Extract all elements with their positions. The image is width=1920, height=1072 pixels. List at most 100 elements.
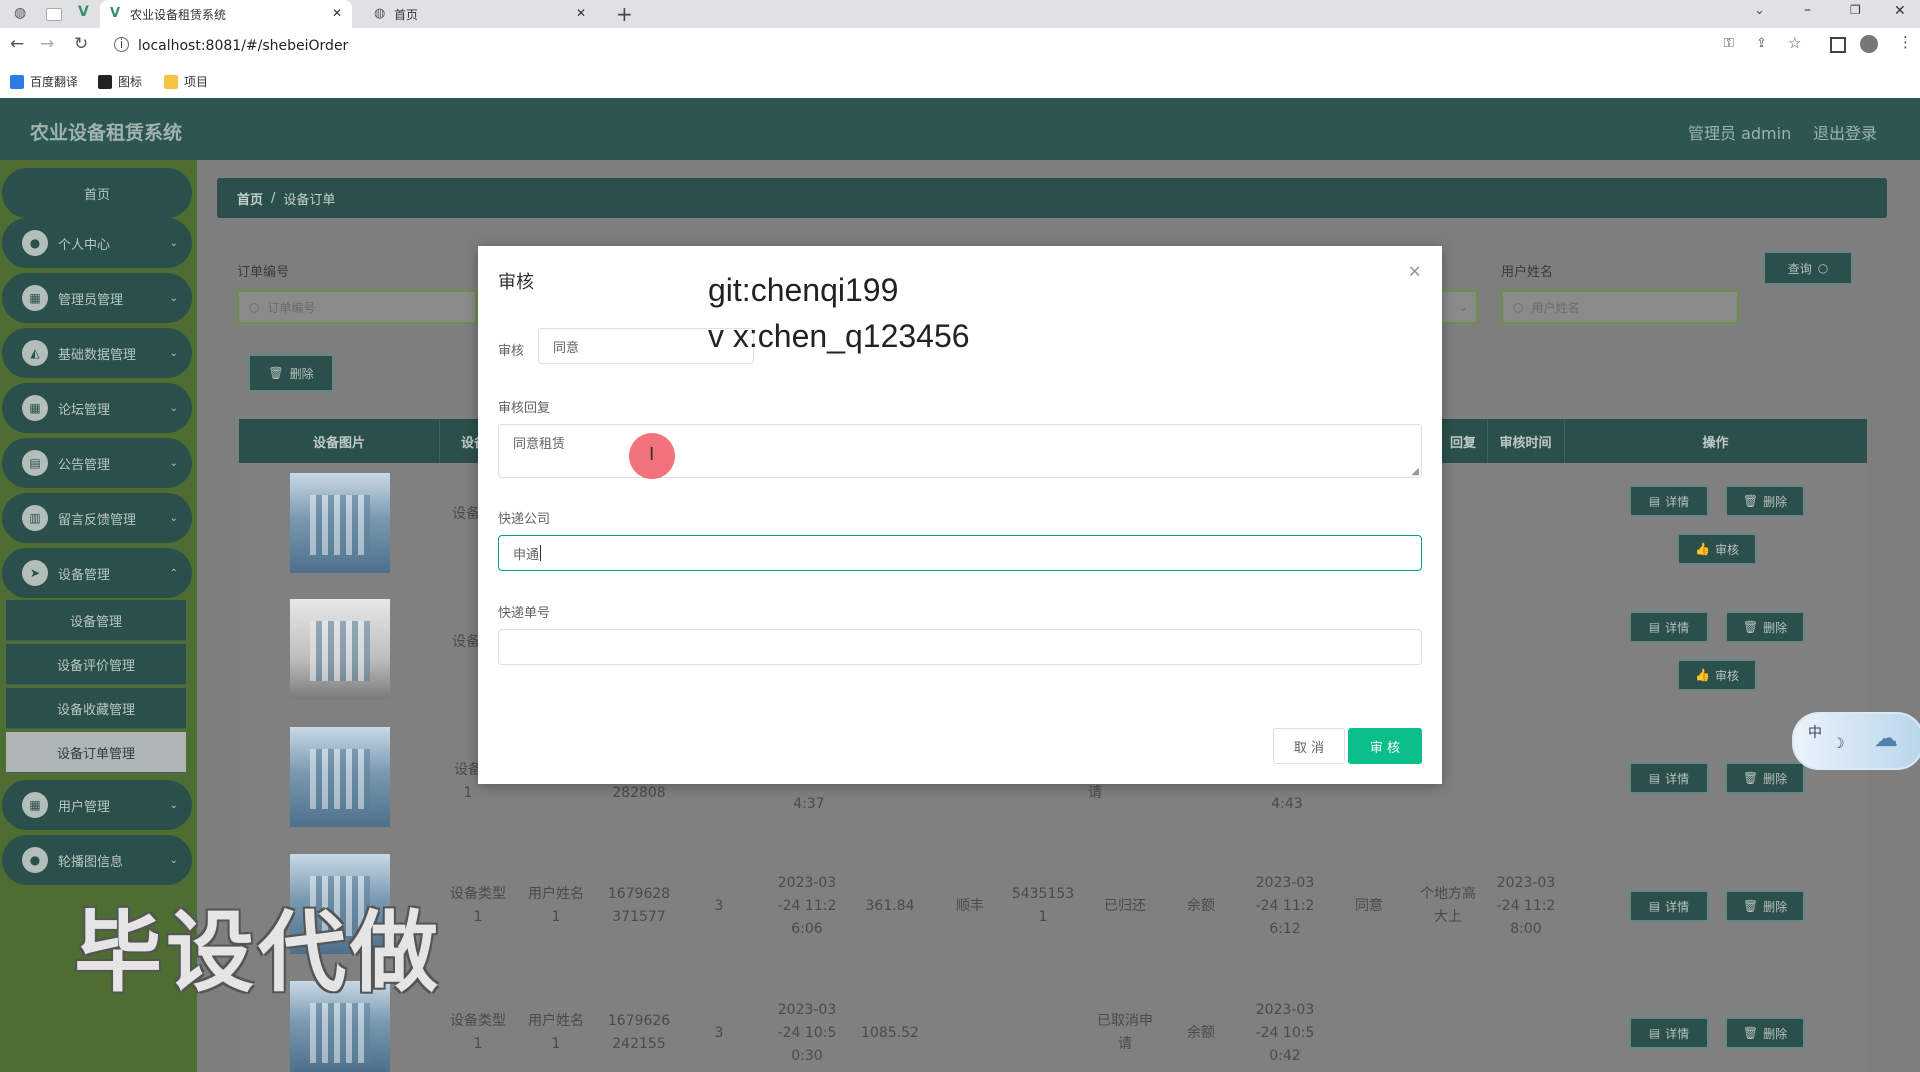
th-audit-time: 审核时间 bbox=[1487, 419, 1565, 463]
cell-text: 1 bbox=[473, 1036, 483, 1052]
chevron-down-icon[interactable]: ⌄ bbox=[1754, 3, 1765, 18]
audit-button[interactable]: 👍 审核 bbox=[1677, 533, 1757, 565]
sidebar-item-basedata[interactable]: ◭ 基础数据管理 ⌄ bbox=[2, 328, 192, 378]
sidebar-item-devices[interactable]: ➤ 设备管理 ⌃ bbox=[2, 548, 192, 598]
detail-button[interactable]: ▤ 详情 bbox=[1629, 890, 1709, 922]
breadcrumb-separator: / bbox=[271, 190, 276, 206]
bookmark-label: 项目 bbox=[184, 75, 209, 89]
sidebar-subitem-devices[interactable]: 设备管理 bbox=[6, 600, 186, 641]
chevron-down-icon: ⌄ bbox=[169, 347, 178, 359]
profile-icon[interactable] bbox=[1860, 35, 1878, 53]
tab-title: 首页 bbox=[394, 7, 419, 22]
express-input[interactable]: 申通 bbox=[498, 535, 1422, 571]
chevron-down-icon: ⌄ bbox=[1457, 300, 1468, 314]
order-no-label: 订单编号 bbox=[237, 265, 290, 280]
info-icon[interactable]: i bbox=[114, 37, 129, 52]
globe-icon[interactable]: ◍ bbox=[14, 5, 26, 21]
cell-text: -24 10:5 bbox=[777, 1025, 837, 1041]
batch-delete-button[interactable]: 🗑 删除 bbox=[248, 354, 334, 392]
query-button[interactable]: 查询 ○ bbox=[1763, 251, 1853, 285]
cell-text: 2023-03 bbox=[777, 1002, 837, 1018]
cell-text: 1 bbox=[463, 785, 473, 801]
sidebar-item-forum[interactable]: ▦ 论坛管理 ⌄ bbox=[2, 383, 192, 433]
cell-status: 请 bbox=[1088, 785, 1102, 801]
cancel-button[interactable]: 取 消 bbox=[1273, 728, 1345, 764]
bookmark-project[interactable]: 项目 bbox=[164, 73, 208, 90]
bookmark-fanyi[interactable]: 百度翻译 bbox=[10, 73, 78, 90]
close-icon[interactable]: ✕ bbox=[1408, 262, 1421, 281]
doc-icon: ▤ bbox=[1648, 494, 1661, 508]
express-no-input[interactable] bbox=[498, 629, 1422, 665]
app-title: 农业设备租赁系统 bbox=[30, 122, 183, 144]
express-label: 快递公司 bbox=[498, 512, 551, 527]
cell-text: 5435153 bbox=[1011, 886, 1075, 902]
text-cursor-icon: I bbox=[649, 444, 655, 465]
pinned-tab-icon[interactable] bbox=[46, 8, 62, 21]
chevron-down-icon: ⌄ bbox=[169, 237, 178, 249]
sidebar-subitem-device-orders[interactable]: 设备订单管理 bbox=[6, 732, 186, 773]
cell-text: -24 11:2 bbox=[1255, 898, 1315, 914]
close-window-icon[interactable]: ✕ bbox=[1894, 3, 1906, 19]
forward-icon[interactable]: → bbox=[40, 34, 54, 54]
cell-text: 1 bbox=[551, 909, 561, 925]
cell-time: 2023-03 -24 10:5 0:30 bbox=[772, 999, 842, 1068]
sidebar-item-users[interactable]: ▦ 用户管理 ⌄ bbox=[2, 780, 192, 830]
bookmark-icons[interactable]: 图标 bbox=[98, 73, 142, 90]
cell-audit: 同意 bbox=[1355, 898, 1383, 914]
trash-icon: 🗑 bbox=[268, 366, 284, 380]
key-icon[interactable]: ⚿ bbox=[1724, 36, 1734, 51]
detail-button[interactable]: ▤ 详情 bbox=[1629, 611, 1709, 643]
watermark-line-1: git:chenqi199 bbox=[708, 272, 899, 308]
sidebar-item-carousel[interactable]: ● 轮播图信息 ⌄ bbox=[2, 835, 192, 885]
button-label: 详情 bbox=[1665, 771, 1690, 786]
minimize-icon[interactable]: – bbox=[1804, 2, 1811, 18]
cell-time: 2023-03 -24 11:2 6:06 bbox=[772, 872, 842, 941]
cell-text: 1 bbox=[551, 1036, 561, 1052]
audit-button[interactable]: 👍 审核 bbox=[1677, 659, 1757, 691]
sidebar-item-label: 论坛管理 bbox=[58, 402, 111, 418]
menu-dots-icon[interactable]: ⋮ bbox=[1898, 33, 1913, 51]
cell-text: 1679626 bbox=[607, 1013, 671, 1029]
tab-home[interactable]: ◍ 首页 ✕ bbox=[364, 0, 596, 28]
sidebar-item-admins[interactable]: ▦ 管理员管理 ⌄ bbox=[2, 273, 192, 323]
tab-active[interactable]: V 农业设备租赁系统 ✕ bbox=[100, 0, 352, 28]
submit-audit-button[interactable]: 审 核 bbox=[1348, 728, 1422, 764]
sidebar-item-feedback[interactable]: ▥ 留言反馈管理 ⌄ bbox=[2, 493, 192, 543]
delete-button[interactable]: 🗑 删除 bbox=[1725, 890, 1805, 922]
delete-button[interactable]: 🗑 删除 bbox=[1725, 762, 1805, 794]
detail-button[interactable]: ▤ 详情 bbox=[1629, 485, 1709, 517]
close-icon[interactable]: ✕ bbox=[576, 6, 586, 20]
delete-button[interactable]: 🗑 删除 bbox=[1725, 485, 1805, 517]
share-icon[interactable]: ⇪ bbox=[1756, 36, 1767, 51]
username-input[interactable]: ○ 用户姓名 bbox=[1501, 290, 1739, 324]
cell-express: 顺丰 bbox=[956, 898, 984, 914]
star-icon[interactable]: ☆ bbox=[1788, 34, 1801, 52]
cell-order-no: 1679628 371577 bbox=[606, 883, 672, 929]
close-icon[interactable]: ✕ bbox=[332, 6, 342, 20]
vue-icon[interactable]: V bbox=[78, 4, 89, 20]
delete-button[interactable]: 🗑 删除 bbox=[1725, 1017, 1805, 1049]
logout-link[interactable]: 退出登录 bbox=[1813, 120, 1877, 144]
order-no-input[interactable]: ○ 订单编号 bbox=[237, 290, 477, 324]
sidebar-item-notice[interactable]: ▤ 公告管理 ⌄ bbox=[2, 438, 192, 488]
cell-status: 已归还 bbox=[1104, 898, 1146, 914]
delete-button[interactable]: 🗑 删除 bbox=[1725, 611, 1805, 643]
resize-handle-icon[interactable]: ◢ bbox=[1411, 466, 1419, 477]
detail-button[interactable]: ▤ 详情 bbox=[1629, 1017, 1709, 1049]
sidebar-subitem-device-favorites[interactable]: 设备收藏管理 bbox=[6, 688, 186, 729]
back-icon[interactable]: ← bbox=[10, 34, 24, 54]
breadcrumb-home[interactable]: 首页 bbox=[237, 189, 263, 208]
sidebar-item-home[interactable]: 首页 bbox=[2, 168, 192, 218]
sidebar-subitem-device-reviews[interactable]: 设备评价管理 bbox=[6, 644, 186, 685]
cell-pay-time: 2023-03 -24 11:2 6:12 bbox=[1250, 872, 1320, 941]
new-tab-icon[interactable]: + bbox=[616, 2, 633, 26]
restore-icon[interactable]: ❐ bbox=[1850, 3, 1861, 17]
sidebar-item-profile[interactable]: ● 个人中心 ⌄ bbox=[2, 218, 192, 268]
reload-icon[interactable]: ↻ bbox=[74, 34, 88, 54]
detail-button[interactable]: ▤ 详情 bbox=[1629, 762, 1709, 794]
url-text[interactable]: localhost:8081/#/shebeiOrder bbox=[138, 38, 348, 54]
cell-pay-type: 余额 bbox=[1187, 1025, 1215, 1041]
button-label: 详情 bbox=[1665, 899, 1690, 914]
sidepanel-icon[interactable] bbox=[1830, 37, 1846, 53]
ime-widget[interactable]: 中 ☽ ☁ bbox=[1792, 712, 1920, 770]
